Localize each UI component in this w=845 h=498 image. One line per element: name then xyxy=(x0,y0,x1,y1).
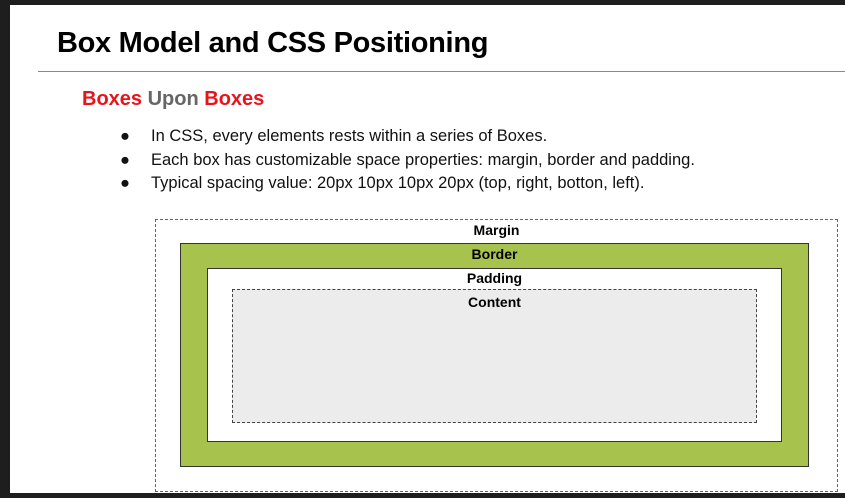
border-label: Border xyxy=(471,246,518,262)
bullet-icon: ● xyxy=(120,127,130,145)
bullet-list: ● In CSS, every elements rests within a s… xyxy=(120,125,695,196)
content-box: Content xyxy=(232,289,757,423)
bullet-text: Typical spacing value: 20px 10px 10px 20… xyxy=(151,174,645,192)
bullet-icon: ● xyxy=(120,174,130,192)
bullet-text: In CSS, every elements rests within a se… xyxy=(151,127,548,145)
title-divider xyxy=(38,71,845,72)
bullet-item: ● Each box has customizable space propert… xyxy=(120,149,695,173)
bullet-text: Each box has customizable space properti… xyxy=(151,150,695,169)
subtitle-word: Upon xyxy=(147,88,199,110)
content-label: Content xyxy=(468,294,521,310)
subtitle-word: Boxes xyxy=(204,88,265,110)
margin-label: Margin xyxy=(473,222,520,238)
padding-label: Padding xyxy=(466,270,523,286)
bullet-item: ● Typical spacing value: 20px 10px 10px 2… xyxy=(120,172,695,196)
slide: Box Model and CSS Positioning Boxes Upon… xyxy=(10,5,845,493)
bullet-item: ● In CSS, every elements rests within a s… xyxy=(120,125,695,149)
bullet-icon: ● xyxy=(120,150,130,169)
slide-title: Box Model and CSS Positioning xyxy=(57,27,489,59)
slide-subtitle: Boxes Upon Boxes xyxy=(82,88,264,111)
subtitle-word: Boxes xyxy=(82,88,143,110)
